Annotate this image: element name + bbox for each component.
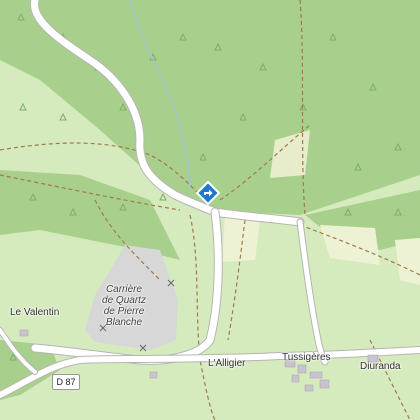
quarry-label-line: Carrière (105, 284, 143, 295)
quarry-label-line: de Quartz (102, 295, 146, 306)
place-label-le-valentin: Le Valentin (10, 307, 60, 318)
place-label-lalligier: L'Alligier (208, 358, 246, 369)
map-canvas[interactable]: Carrière de Quartz de Pierre Blanche Le … (0, 0, 420, 420)
map-layer (0, 0, 420, 420)
place-label-diuranda: Diuranda (360, 361, 401, 372)
quarry-label: Carrière de Quartz de Pierre Blanche (96, 284, 152, 328)
quarry-label-line: Blanche (105, 317, 143, 328)
quarry-label-line: de Pierre (103, 306, 145, 317)
road-shield-d87: D 87 (52, 374, 80, 390)
direction-diamond-icon (196, 181, 220, 206)
place-label-tussigeres: Tussigères (282, 352, 331, 363)
direction-marker[interactable] (196, 181, 220, 207)
